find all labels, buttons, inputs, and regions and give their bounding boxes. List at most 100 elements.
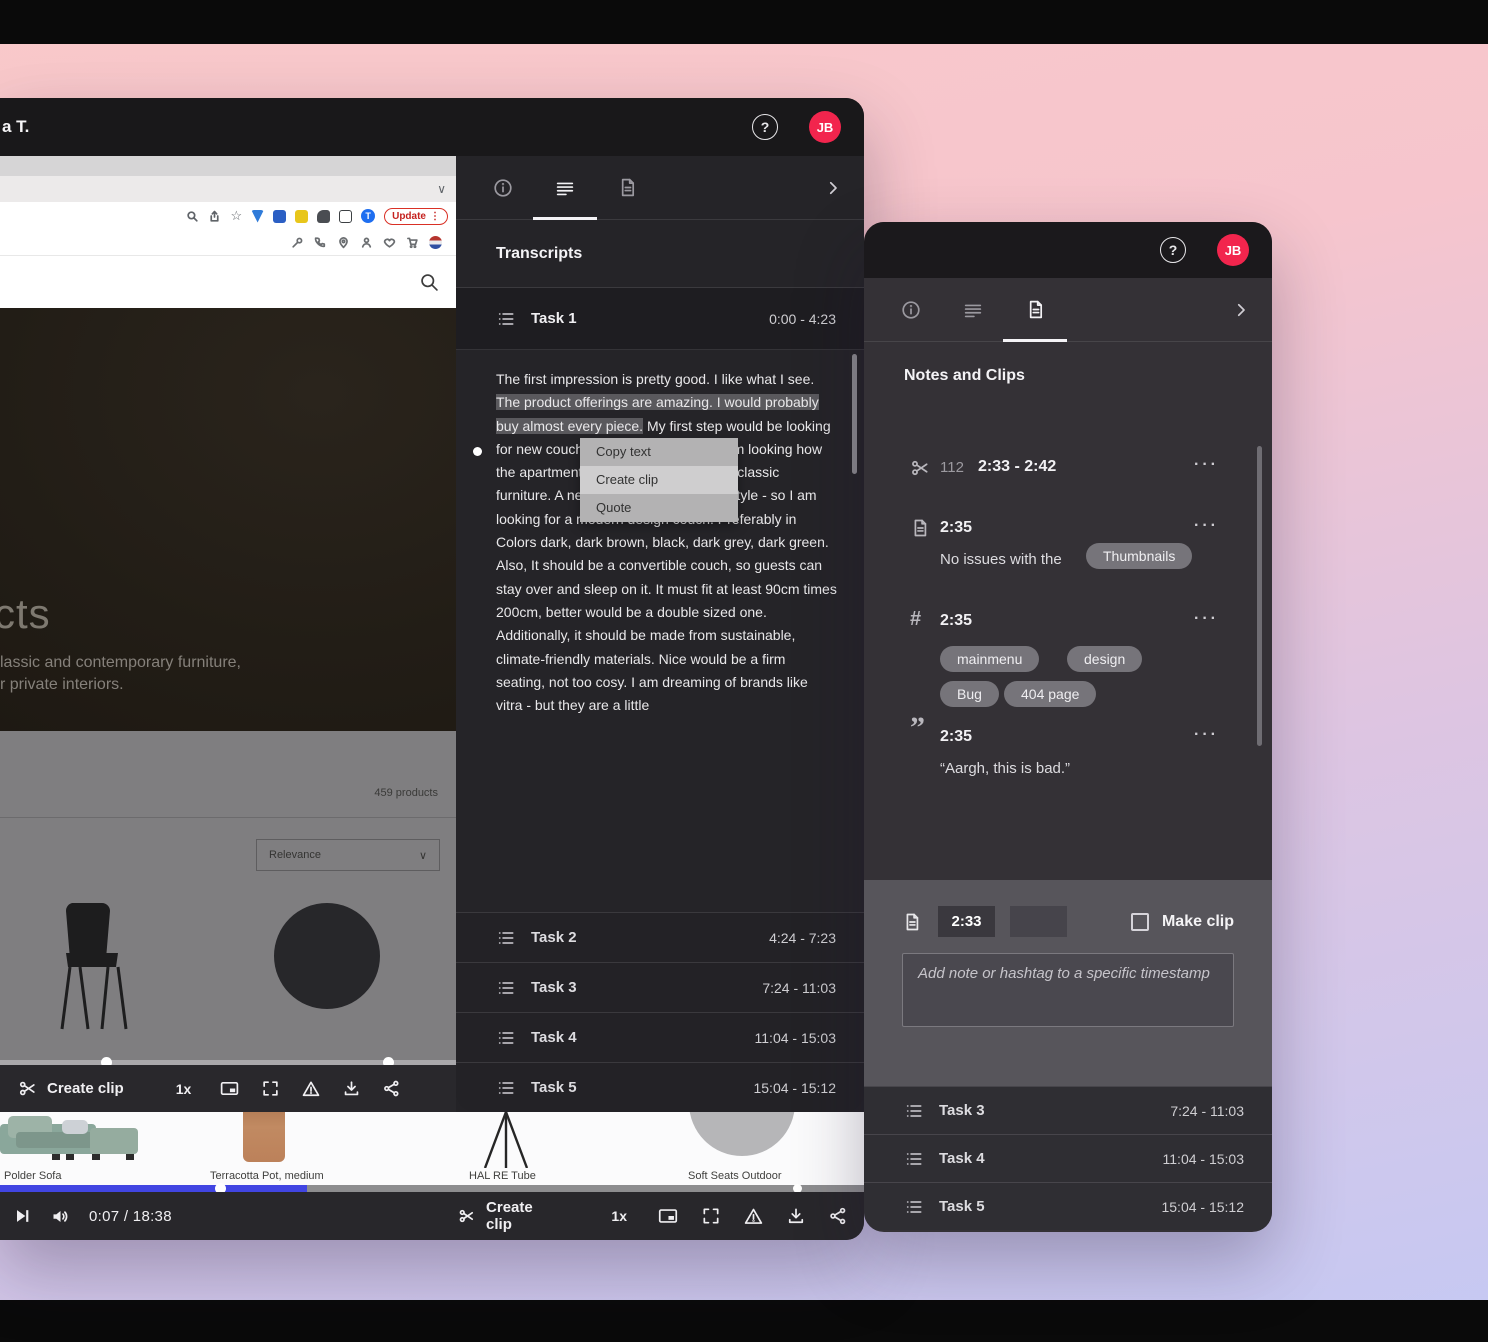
task-row[interactable]: Task 5 15:04 - 15:12 bbox=[456, 1062, 864, 1112]
make-clip-label: Make clip bbox=[1162, 913, 1234, 931]
site-product-section-dimmed: 459 products Relevance ∨ bbox=[0, 731, 456, 1064]
task-row[interactable]: Task 4 11:04 - 15:03 bbox=[456, 1012, 864, 1062]
task-row[interactable]: Task 2 4:24 - 7:23 bbox=[456, 912, 864, 962]
tab-notes[interactable] bbox=[596, 156, 658, 219]
menu-item-create-clip[interactable]: Create clip bbox=[580, 466, 738, 494]
hashtag-pill[interactable]: Bug bbox=[940, 681, 999, 707]
browser-toolbar: ☆ T Update ⋮ bbox=[0, 202, 456, 230]
note-composer: Make clip bbox=[864, 880, 1272, 1086]
task-row[interactable]: Task 3 7:24 - 11:03 bbox=[456, 962, 864, 1012]
task-label: Task 5 bbox=[531, 1079, 577, 1096]
video-area[interactable]: ∨ ☆ T Update ⋮ bbox=[0, 156, 456, 1185]
tab-info[interactable] bbox=[880, 278, 942, 341]
make-clip-checkbox[interactable] bbox=[1131, 913, 1149, 931]
playhead-bullet bbox=[473, 447, 482, 456]
avatar[interactable]: JB bbox=[1217, 234, 1249, 266]
transcript-lines-icon bbox=[962, 299, 984, 321]
entry-menu-button[interactable]: ··· bbox=[1194, 517, 1219, 535]
product-label: HAL RE Tube bbox=[469, 1170, 536, 1182]
task-row[interactable]: Task 5 15:04 - 15:12 bbox=[864, 1182, 1272, 1230]
product-image-sofa bbox=[0, 1114, 142, 1166]
entry-menu-button[interactable]: ··· bbox=[1194, 456, 1219, 474]
top-black-bar bbox=[0, 0, 1488, 44]
download-icon[interactable] bbox=[786, 1206, 806, 1226]
sort-dropdown: Relevance ∨ bbox=[256, 839, 440, 871]
wrench-icon bbox=[291, 236, 304, 249]
hashtag-timestamp: 2:35 bbox=[940, 612, 972, 630]
avatar[interactable]: JB bbox=[809, 111, 841, 143]
browser-update-button: Update ⋮ bbox=[384, 208, 448, 225]
task-list: Task 3 7:24 - 11:03 Task 4 11:04 - 15:03… bbox=[864, 1086, 1272, 1230]
cart-icon bbox=[406, 236, 419, 249]
video-area-bright-strip[interactable]: Polder Sofa Terracotta Pot, medium HAL R… bbox=[0, 1112, 864, 1185]
video-timeline[interactable] bbox=[0, 1185, 864, 1192]
fullscreen-icon[interactable] bbox=[261, 1079, 280, 1098]
entry-menu-button[interactable]: ··· bbox=[1194, 726, 1219, 744]
session-player-window: a T. ? JB ∨ ☆ T bbox=[0, 98, 864, 1240]
picture-in-picture-icon[interactable] bbox=[219, 1078, 240, 1099]
fullscreen-icon[interactable] bbox=[701, 1206, 721, 1226]
collapse-panel-button[interactable] bbox=[824, 179, 864, 197]
entry-menu-button[interactable]: ··· bbox=[1194, 610, 1219, 628]
skip-next-icon[interactable] bbox=[12, 1206, 32, 1226]
task-label: Task 1 bbox=[531, 310, 577, 327]
playback-speed-button[interactable]: 1x bbox=[611, 1208, 627, 1224]
task-row[interactable]: Task 3 7:24 - 11:03 bbox=[864, 1086, 1272, 1134]
hashtag-pill[interactable]: mainmenu bbox=[940, 646, 1039, 672]
hashtag-pill[interactable]: design bbox=[1067, 646, 1142, 672]
menu-item-quote[interactable]: Quote bbox=[580, 494, 738, 522]
share-page-icon bbox=[208, 210, 221, 223]
help-icon[interactable]: ? bbox=[1160, 237, 1186, 263]
timestamp-input[interactable] bbox=[938, 906, 995, 937]
transcripts-panel: Transcripts Task 1 0:00 - 4:23 The first… bbox=[456, 156, 864, 1112]
site-header bbox=[0, 256, 456, 308]
picture-in-picture-icon[interactable] bbox=[657, 1205, 679, 1227]
share-icon[interactable] bbox=[382, 1079, 401, 1098]
site-hero-subtitle: lassic and contemporary furniture, r pri… bbox=[0, 652, 241, 696]
tab-notes[interactable] bbox=[1004, 278, 1066, 341]
playback-speed-button[interactable]: 1x bbox=[176, 1081, 192, 1097]
create-clip-button[interactable]: Create clip bbox=[458, 1199, 551, 1233]
tab-info[interactable] bbox=[472, 156, 534, 219]
note-document-icon bbox=[902, 912, 922, 932]
site-utility-bar bbox=[0, 230, 456, 256]
account-icon bbox=[360, 236, 373, 249]
transcript-text[interactable]: The first impression is pretty good. I l… bbox=[456, 350, 864, 912]
chevron-down-icon: ∨ bbox=[437, 182, 446, 196]
report-issue-icon[interactable] bbox=[743, 1206, 764, 1227]
tab-transcripts[interactable] bbox=[534, 156, 596, 219]
transcript-pre: The first impression is pretty good. I l… bbox=[496, 371, 814, 387]
quote-icon: ” bbox=[910, 718, 925, 738]
product-label: Terracotta Pot, medium bbox=[210, 1170, 324, 1182]
clip-number: 112 bbox=[940, 459, 964, 476]
task-row[interactable]: Task 4 11:04 - 15:03 bbox=[864, 1134, 1272, 1182]
volume-icon[interactable] bbox=[50, 1206, 71, 1227]
notes-document-icon bbox=[617, 177, 638, 198]
menu-item-copy-text[interactable]: Copy text bbox=[580, 438, 738, 466]
language-flag-icon bbox=[429, 236, 442, 249]
scrollbar-thumb[interactable] bbox=[852, 354, 857, 474]
wishlist-heart-icon bbox=[383, 236, 396, 249]
create-clip-button[interactable]: Create clip bbox=[18, 1079, 124, 1098]
panel-title: Transcripts bbox=[456, 220, 864, 288]
help-icon[interactable]: ? bbox=[752, 114, 778, 140]
download-icon[interactable] bbox=[342, 1079, 361, 1098]
scrollbar-thumb[interactable] bbox=[1257, 446, 1262, 746]
window-icon bbox=[339, 210, 352, 223]
timestamp-end-input[interactable] bbox=[1010, 906, 1067, 937]
note-tag-pill[interactable]: Thumbnails bbox=[1086, 543, 1192, 569]
player-body: ∨ ☆ T Update ⋮ bbox=[0, 156, 864, 1185]
task-list-icon bbox=[904, 1197, 924, 1217]
hashtag-pill[interactable]: 404 page bbox=[1004, 681, 1096, 707]
note-input[interactable] bbox=[902, 953, 1234, 1027]
tab-transcripts[interactable] bbox=[942, 278, 1004, 341]
collapse-panel-button[interactable] bbox=[1232, 301, 1272, 319]
info-icon bbox=[492, 177, 514, 199]
chevron-right-icon bbox=[824, 179, 842, 197]
profile-extension-icon: T bbox=[361, 209, 375, 223]
report-issue-icon[interactable] bbox=[301, 1079, 321, 1099]
task-row-active[interactable]: Task 1 0:00 - 4:23 bbox=[456, 288, 864, 350]
share-icon[interactable] bbox=[828, 1206, 848, 1226]
browser-tabrow: ∨ bbox=[0, 176, 456, 202]
note-timestamp: 2:35 bbox=[940, 519, 972, 537]
